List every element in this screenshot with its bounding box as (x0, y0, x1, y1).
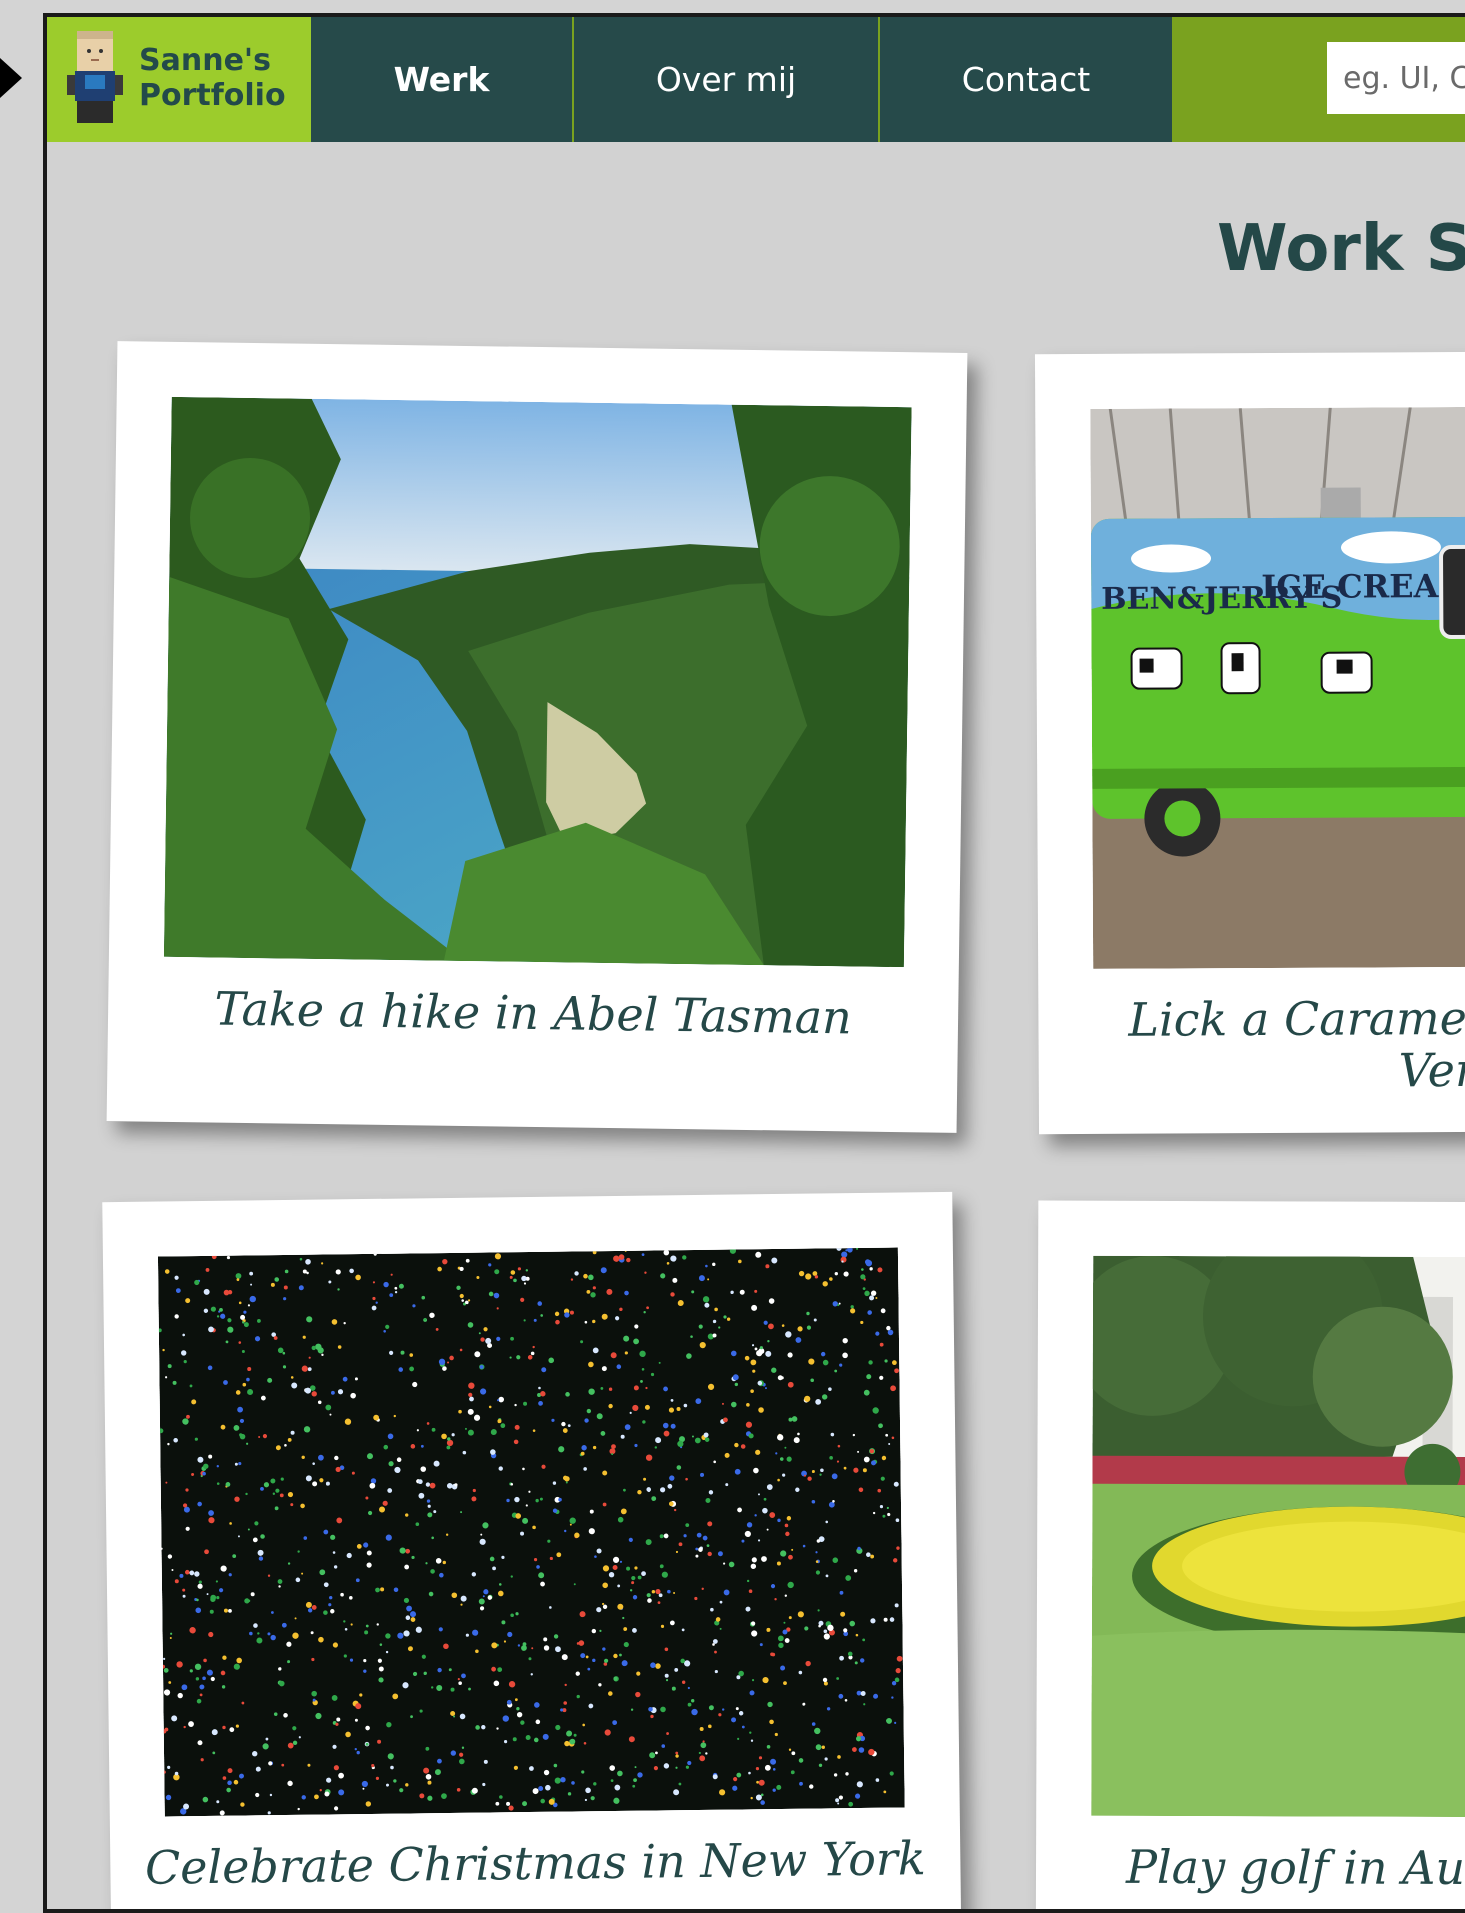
work-card-abel-tasman[interactable]: Take a hike in Abel Tasman (106, 341, 968, 1133)
card-caption-line1: Lick a Caramel Ch (1128, 990, 1465, 1047)
logo[interactable]: Sanne's Portfolio (47, 17, 311, 142)
card-caption: Celebrate Christmas in New York (144, 1831, 927, 1895)
robot-avatar-icon (67, 31, 123, 123)
golf-garden-photo (1091, 1255, 1465, 1819)
pointer-arrow-icon (0, 58, 22, 98)
nav-item-contact[interactable]: Contact (878, 17, 1172, 142)
christmas-lights-photo (157, 1247, 905, 1817)
work-card-christmas[interactable]: Celebrate Christmas in New York (102, 1191, 962, 1909)
top-nav: Sanne's Portfolio Werk Over mij Contact (47, 17, 1465, 142)
card-caption: Play golf in Au (1125, 1839, 1465, 1896)
card-caption-line2: Verr (1398, 1042, 1465, 1098)
nav-item-werk[interactable]: Werk (311, 17, 572, 142)
coastal-landscape-photo (163, 396, 912, 968)
work-card-golf[interactable]: Play golf in Au (1035, 1200, 1465, 1909)
search-input[interactable] (1327, 42, 1465, 114)
logo-text: Sanne's Portfolio (139, 43, 286, 113)
logo-line2: Portfolio (139, 78, 286, 113)
logo-line1: Sanne's (139, 43, 271, 78)
truck-product-text: ICE CREAM (1261, 567, 1465, 606)
card-caption: Take a hike in Abel Tasman (214, 981, 853, 1045)
nav-item-over-mij[interactable]: Over mij (572, 17, 878, 142)
page-title: Work Sa (1217, 212, 1465, 286)
browser-frame: Sanne's Portfolio Werk Over mij Contact … (43, 13, 1465, 1913)
work-card-ice-cream[interactable]: BEN&JERRY'S ICE CREAM Lick a Caramel Ver… (1034, 349, 1465, 1135)
card-caption: Lick a Caramel Ch Verr (1038, 990, 1465, 1098)
ice-cream-truck-photo: BEN&JERRY'S ICE CREAM (1090, 405, 1465, 969)
